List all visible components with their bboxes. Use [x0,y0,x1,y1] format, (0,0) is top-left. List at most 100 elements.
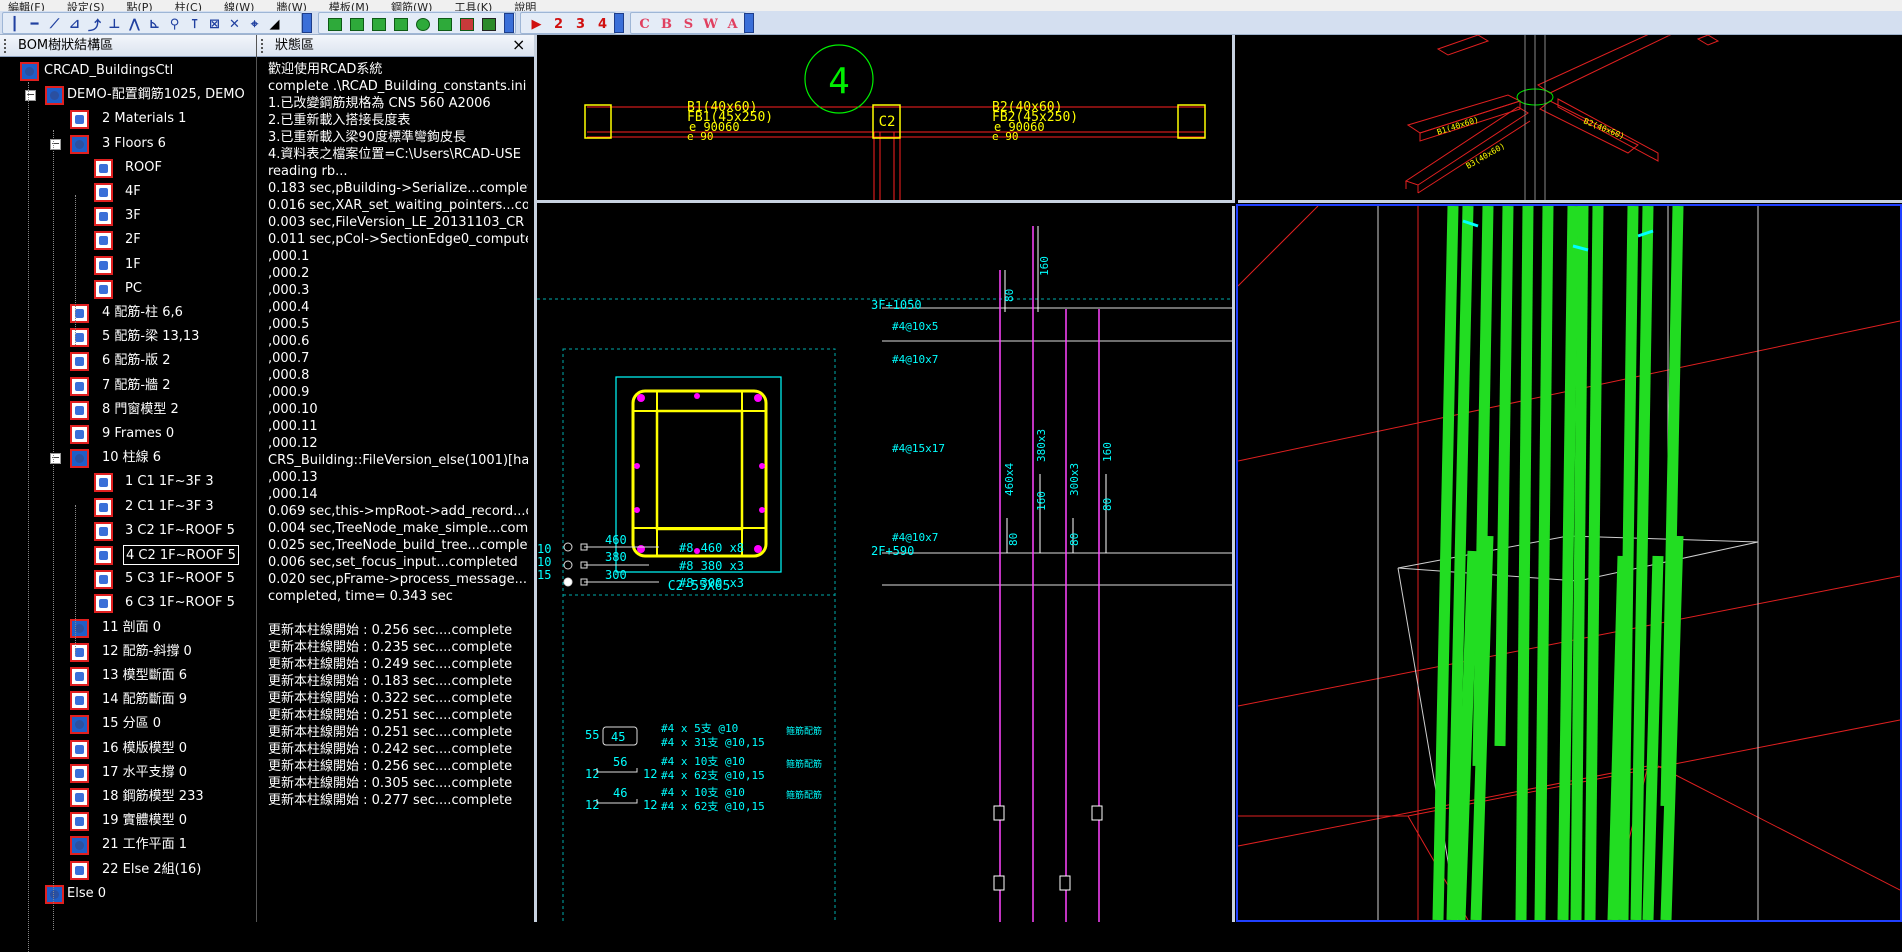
toolbar-grip-icon[interactable] [744,13,754,33]
tree-node[interactable]: 5 C3 1F~ROOF 5 [0,568,256,590]
close-icon[interactable]: × [512,37,528,53]
toolbar-grip-icon[interactable] [302,13,312,33]
3d-rebar-viewport[interactable] [1236,204,1902,922]
collapse-icon[interactable]: − [50,452,61,465]
tree-node-label: 2 Materials 1 [102,111,187,127]
menu-item[interactable]: 牆(W) [276,2,306,11]
beam-filter-button[interactable]: B [657,16,676,33]
all-filter-button[interactable]: A [723,16,742,33]
menu-item[interactable]: 模板(M) [329,2,369,11]
wall-filter-button[interactable]: W [701,16,720,33]
tree-node[interactable]: 6 C3 1F~ROOF 5 [0,592,256,614]
tree-node[interactable]: 4 C2 1F~ROOF 5 [0,544,256,566]
tree-node[interactable]: 13 模型斷面 6 [0,665,256,687]
section-viewport[interactable]: C2-55X65 3F+1050 2F+590 #4@10x5 #4@10x7 … [537,206,1235,922]
view-3-icon[interactable] [369,16,388,33]
view-2-icon[interactable] [347,16,366,33]
view-5-icon[interactable] [413,16,432,33]
menu-item[interactable]: 柱(C) [175,2,202,11]
panel-grip-icon[interactable] [261,39,266,53]
bar-desc: #8 300 x3 [679,576,744,590]
toolbar-grip-icon[interactable] [504,13,514,33]
tree-node[interactable]: 17 水平支撐 0 [0,762,256,784]
beam-tool-icon[interactable]: ━ [25,16,44,33]
tree-node[interactable]: 4 配筋-柱 6,6 [0,302,256,324]
bar-note: #4@10x7 [892,353,938,366]
collapse-icon[interactable]: − [25,89,36,102]
slab-filter-button[interactable]: S [679,16,698,33]
tree-node[interactable]: 11 剖面 0 [0,617,256,639]
column-filter-button[interactable]: C [635,16,654,33]
menu-item[interactable]: 說明 [514,2,536,11]
view-4-icon[interactable] [391,16,410,33]
panel-grip-icon[interactable] [4,39,9,53]
play-icon[interactable]: ▶ [527,16,546,33]
view-7-icon[interactable] [457,16,476,33]
brace-tool-icon[interactable]: ⟋ [45,16,64,33]
tree-node[interactable]: 2 C1 1F~3F 3 [0,496,256,518]
tree-node[interactable]: 15 分區 0 [0,713,256,735]
tree-node[interactable]: 2 Materials 1 [0,108,256,130]
opening-tool-icon[interactable]: ⋀ [125,16,144,33]
floor-4-button[interactable]: 4 [593,16,612,33]
column-tool-icon[interactable]: ┃ [5,16,24,33]
menu-item[interactable]: 點(P) [127,2,153,11]
tree-node[interactable]: 14 配筋斷面 9 [0,689,256,711]
box-tool-icon[interactable]: ⊠ [205,16,224,33]
collapse-icon[interactable]: − [50,138,61,150]
tree-node[interactable]: − 3 Floors 6 [0,133,256,155]
3d-joint-viewport[interactable]: B1(40x60) B2(40x60) B3(40x60) [1238,35,1902,203]
tree-node[interactable]: ROOF [0,157,256,179]
tree-node[interactable]: 22 Else 2組(16) [0,859,256,881]
tree-node[interactable]: 2F [0,229,256,251]
menu-item[interactable]: 設定(S) [67,2,105,11]
tree-node[interactable]: − DEMO-配置鋼筋1025, DEMO [0,84,256,106]
tree-node[interactable]: 12 配筋-斜撐 0 [0,641,256,663]
tree-node[interactable]: PC [0,278,256,300]
tree-node[interactable]: 3 C2 1F~ROOF 5 [0,520,256,542]
tree-node[interactable]: 16 模版模型 0 [0,738,256,760]
tree-node-label: 11 剖面 0 [102,619,162,635]
floor-2-button[interactable]: 2 [549,16,568,33]
slab-tool-icon[interactable]: ⊿ [65,16,84,33]
tree-node-label: Else 0 [67,885,106,901]
tree-node[interactable]: 18 鋼筋模型 233 [0,786,256,808]
toolbar-grip-icon[interactable] [614,13,624,33]
menu-item[interactable]: 編輯(F) [8,2,45,11]
tree-node[interactable]: 21 工作平面 1 [0,834,256,856]
tree-node[interactable]: 9 Frames 0 [0,423,256,445]
delete-tool-icon[interactable]: ✕ [225,16,244,33]
snap-tool-icon[interactable]: ⌖ [245,16,264,33]
tree-node[interactable]: 19 實體模型 0 [0,810,256,832]
view-8-icon[interactable] [479,16,498,33]
tree-node[interactable]: 3F [0,205,256,227]
tree-node[interactable]: 4F [0,181,256,203]
view-6-icon[interactable] [435,16,454,33]
tree-node[interactable]: 7 配筋-牆 2 [0,375,256,397]
footing-tool-icon[interactable]: ⊾ [145,16,164,33]
plan-viewport[interactable]: 4 C2 B1(40x60) FB1(45x250) e 90060 e 90 … [537,35,1235,203]
tree-node[interactable]: 1 C1 1F~3F 3 [0,471,256,493]
status-title: 狀態區 × [257,35,534,57]
tree-node-label: 15 分區 0 [102,716,162,732]
tree-node[interactable]: − 10 柱線 6 [0,447,256,469]
tree-node-label: 21 工作平面 1 [102,837,188,853]
tree-node[interactable]: 6 配筋-版 2 [0,350,256,372]
tree-node[interactable]: 1F [0,254,256,276]
bar-note: #4@15x17 [892,442,945,455]
stair-tool-icon[interactable]: ⤴ [85,16,104,34]
anchor-tool-icon[interactable]: ⚲ [165,16,184,33]
tree-node[interactable]: 8 門窗模型 2 [0,399,256,421]
menu-item[interactable]: 線(W) [224,2,254,11]
wedge-tool-icon[interactable]: ◢ [265,16,284,33]
tree-node[interactable]: CRCAD_BuildingsCtl [0,60,256,82]
grid-tool-icon[interactable]: ⊺ [185,16,204,33]
view-1-icon[interactable] [325,16,344,33]
menu-item[interactable]: 工具(K) [454,2,492,11]
tree-node[interactable]: 5 配筋-梁 13,13 [0,326,256,348]
floor-3-button[interactable]: 3 [571,16,590,33]
tree-node[interactable]: Else 0 [0,883,256,905]
dim-label: 80 [1007,533,1020,546]
menu-item[interactable]: 鋼筋(W) [391,2,432,11]
wall-tool-icon[interactable]: ⊥ [105,16,124,33]
